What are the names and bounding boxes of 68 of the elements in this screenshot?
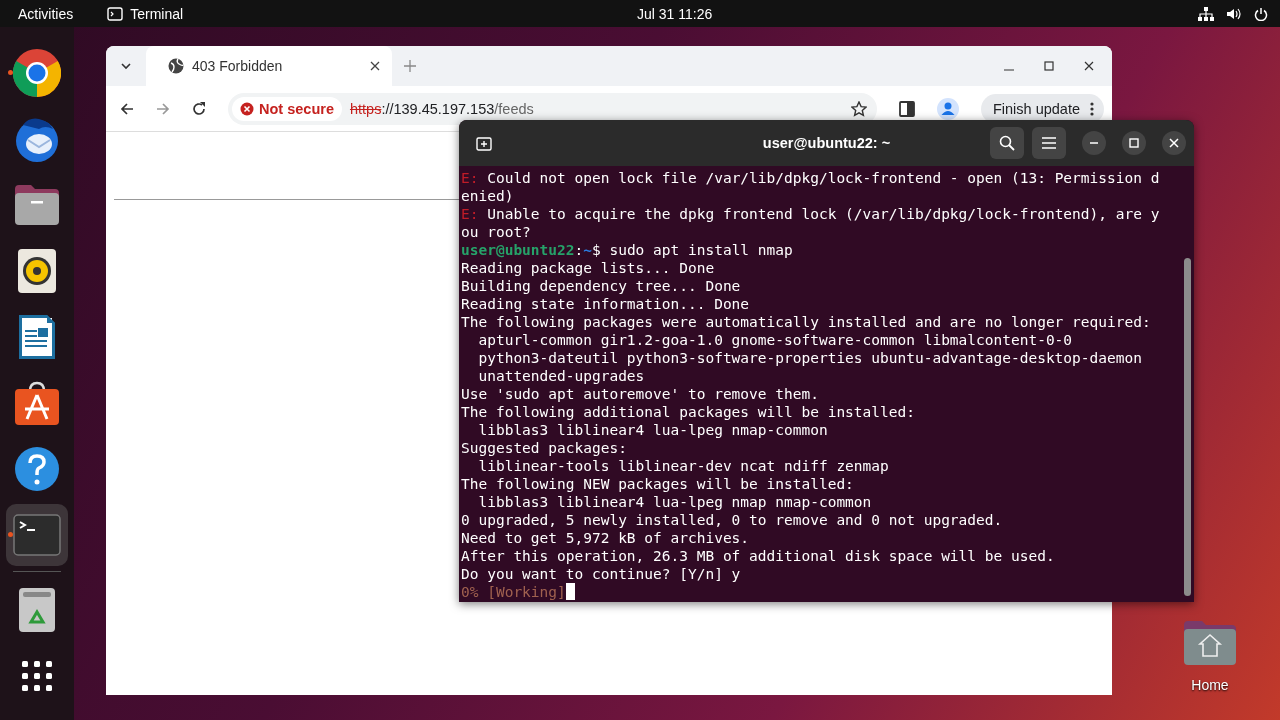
question-mark-icon — [13, 445, 61, 493]
terminal-line: Reading package lists... Done — [461, 259, 715, 277]
tab-list-caret-icon[interactable] — [120, 62, 132, 70]
terminal-line: apturl-common gir1.2-goa-1.0 gnome-software-common libmalcontent-0-0 — [477, 331, 1073, 349]
warning-icon — [240, 101, 254, 116]
terminal-line: enied) — [461, 187, 514, 205]
clock[interactable]: Jul 31 11:26 — [637, 5, 713, 22]
terminal-line: E: Unable to acquire the dpkg frontend lock (/var/lib/dpkg/lock-frontend), are y — [461, 205, 1160, 223]
network-icon[interactable] — [1198, 6, 1214, 21]
terminal-line: unattended-upgrades — [477, 367, 645, 385]
maximize-icon — [1129, 138, 1139, 148]
menu-icon — [1042, 137, 1056, 149]
terminal-line: The following NEW packages will be installed: — [461, 475, 854, 493]
browser-tab[interactable]: 403 Forbidden — [146, 46, 392, 86]
terminal-line: python3-dateutil python3-software-properties ubuntu-advantage-desktop-daemon — [477, 349, 1142, 367]
close-icon — [1169, 138, 1179, 148]
profile-icon[interactable] — [936, 97, 959, 120]
close-icon[interactable] — [370, 61, 380, 71]
side-panel-icon[interactable] — [898, 100, 915, 117]
url-text: https://139.45.197.153/feeds — [349, 100, 535, 117]
close-icon[interactable] — [1084, 61, 1094, 71]
maximize-button[interactable] — [1122, 131, 1146, 155]
home-folder-icon[interactable] — [1182, 619, 1238, 667]
terminal-line: E: Could not open lock file /var/lib/dpkg/lock-frontend - open (13: Permission d — [461, 169, 1160, 187]
address-bar[interactable]: Not secure https://139.45.197.153/feeds — [228, 92, 877, 125]
search-icon — [999, 135, 1015, 151]
menu-button[interactable] — [1032, 127, 1066, 159]
terminal-line: Reading state information... Done — [461, 295, 750, 313]
maximize-icon[interactable] — [1044, 61, 1054, 71]
terminal-line: libblas3 liblinear4 lua-lpeg nmap-common — [477, 421, 828, 439]
terminal-line: Do you want to continue? [Y/n] y — [461, 565, 741, 583]
new-tab-icon[interactable] — [404, 60, 416, 72]
forward-arrow-icon[interactable] — [156, 101, 170, 116]
terminal-line: libblas3 liblinear4 lua-lpeg nmap nmap-common — [477, 493, 872, 511]
security-chip[interactable]: Not secure — [232, 96, 342, 121]
terminal-line: user@ubuntu22:~$ sudo apt install nmap — [461, 241, 793, 259]
close-button[interactable] — [1162, 131, 1186, 155]
window-title: user@ubuntu22: ~ — [762, 135, 891, 151]
globe-icon — [168, 58, 184, 74]
terminal-line: Need to get 5,972 kB of archives. — [461, 529, 750, 547]
kebab-menu-icon — [1090, 100, 1094, 117]
search-button[interactable] — [990, 127, 1024, 159]
terminal-line: Use 'sudo apt autoremove' to remove them. — [461, 385, 819, 403]
scrollbar[interactable] — [1184, 258, 1191, 596]
app-menu[interactable]: Terminal — [107, 5, 184, 22]
volume-icon[interactable] — [1226, 6, 1242, 21]
minimize-button[interactable] — [1082, 131, 1106, 155]
terminal-icon — [13, 511, 61, 559]
reload-icon[interactable] — [192, 101, 206, 116]
terminal-line: liblinear-tools liblinear-dev ncat ndiff zenmap — [477, 457, 889, 475]
text-cursor — [565, 583, 575, 600]
terminal-line: The following additional packages will be installed: — [461, 403, 915, 421]
terminal-line: ou root? — [461, 223, 531, 241]
activities-button[interactable]: Activities — [18, 5, 74, 22]
back-arrow-icon[interactable] — [120, 101, 134, 116]
icon-label[interactable]: Home — [1191, 677, 1229, 693]
shopping-bag-icon — [13, 379, 61, 427]
terminal-line: Building dependency tree... Done — [461, 277, 741, 295]
terminal-icon — [107, 6, 124, 21]
terminal-line: Suggested packages: — [461, 439, 627, 457]
terminal-line: After this operation, 26.3 MB of additional disk space will be used. — [461, 547, 1055, 565]
terminal-line: 0% [Working] — [461, 583, 566, 601]
new-tab-icon — [476, 135, 492, 151]
terminal-line: 0 upgraded, 5 newly installed, 0 to remove and 0 not upgraded. — [461, 511, 1003, 529]
power-icon[interactable] — [1254, 6, 1268, 21]
star-icon[interactable] — [850, 100, 867, 117]
terminal-line: The following packages were automatically installed and are no longer required: — [461, 313, 1151, 331]
browser-icon — [13, 49, 61, 97]
